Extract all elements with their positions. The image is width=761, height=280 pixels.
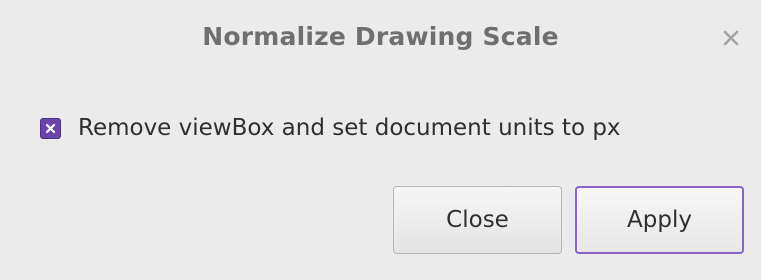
remove-viewbox-option[interactable]: Remove viewBox and set document units to… bbox=[40, 110, 621, 146]
checkbox-check-icon bbox=[45, 123, 56, 133]
apply-button[interactable]: Apply bbox=[575, 186, 744, 254]
remove-viewbox-checkbox[interactable] bbox=[40, 117, 61, 139]
dialog-titlebar[interactable]: Normalize Drawing Scale bbox=[0, 0, 761, 82]
close-icon[interactable] bbox=[720, 27, 742, 49]
normalize-drawing-scale-dialog: Normalize Drawing Scale Remove viewBox a… bbox=[0, 0, 761, 280]
remove-viewbox-label: Remove viewBox and set document units to… bbox=[78, 115, 621, 141]
dialog-title: Normalize Drawing Scale bbox=[202, 22, 559, 51]
close-button[interactable]: Close bbox=[393, 186, 562, 254]
